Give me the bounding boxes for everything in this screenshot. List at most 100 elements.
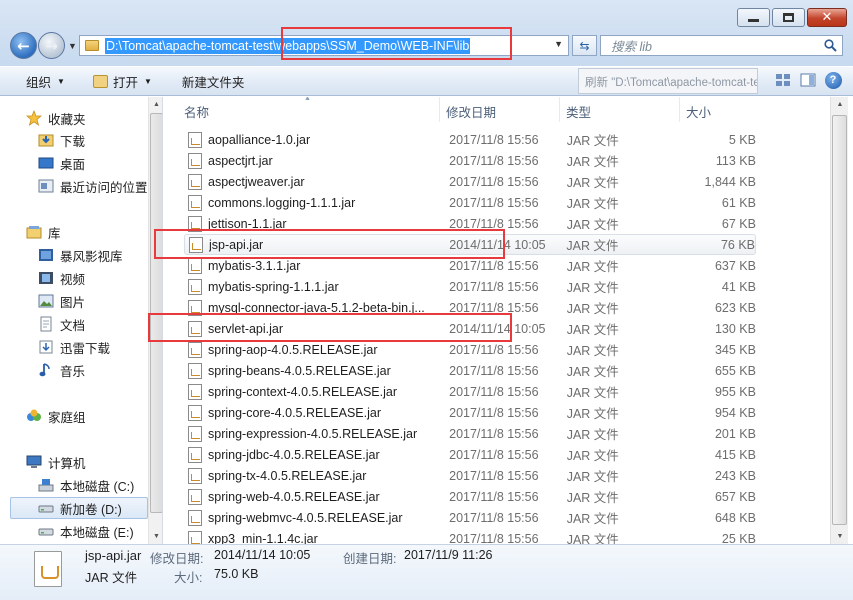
column-name[interactable]: ▲ 名称 (164, 97, 440, 122)
back-button[interactable]: ← (10, 32, 37, 59)
table-row[interactable]: mybatis-spring-1.1.1.jar 2017/11/8 15:56 J… (184, 276, 756, 297)
file-name: jsp-api.jar (209, 237, 264, 252)
table-row-selected[interactable]: jsp-api.jar 2014/11/14 10:05 JAR 文件 76 KB (184, 234, 756, 255)
file-type: JAR 文件 (566, 533, 619, 544)
table-row[interactable]: mybatis-3.1.1.jar 2017/11/8 15:56 JAR 文件 63… (184, 255, 756, 276)
file-name: spring-web-4.0.5.RELEASE.jar (208, 489, 380, 504)
sidebar-item-downloads[interactable]: 下载 (38, 129, 162, 151)
table-row[interactable]: spring-webmvc-4.0.5.RELEASE.jar 2017/11/8… (184, 507, 756, 528)
table-row[interactable]: spring-expression-4.0.5.RELEASE.jar 2017/… (184, 423, 756, 444)
file-size: 955 KB (714, 384, 756, 399)
sidebar-item-label: 库 (48, 226, 61, 241)
music-note-icon (38, 362, 54, 378)
address-bar[interactable]: D:\Tomcat\apache-tomcat-test\webapps\SSM… (79, 35, 569, 56)
address-text[interactable]: D:\Tomcat\apache-tomcat-test\webapps\SSM… (105, 37, 471, 54)
table-row[interactable]: jettison-1.1.jar 2017/11/8 15:56 JAR 文件 67 … (184, 213, 756, 234)
minimize-button[interactable] (737, 8, 770, 27)
scroll-down-arrow[interactable]: ▼ (831, 529, 849, 544)
scrollbar-thumb[interactable] (832, 115, 847, 525)
sidebar-item-drive-e[interactable]: 本地磁盘 (E:) (38, 520, 162, 542)
file-date: 2017/11/8 15:56 (449, 489, 539, 504)
file-type: JAR 文件 (566, 386, 619, 400)
forward-button[interactable]: → (38, 32, 65, 59)
refresh-button[interactable]: ⇆ (572, 35, 597, 56)
sidebar-item-desktop[interactable]: 桌面 (38, 152, 162, 174)
table-row[interactable]: spring-aop-4.0.5.RELEASE.jar 2017/11/8 15… (184, 339, 756, 360)
jar-file-icon (188, 425, 202, 442)
sidebar-scrollbar[interactable]: ▲ ▼ (148, 97, 162, 544)
sidebar-item-xunlei[interactable]: 迅雷下载 (38, 336, 162, 358)
jar-file-icon (188, 509, 202, 526)
table-row[interactable]: aopalliance-1.0.jar 2017/11/8 15:56 JAR 文件… (184, 129, 756, 150)
sidebar-item-homegroup[interactable]: 家庭组 (26, 405, 162, 427)
close-button[interactable]: ✕ (807, 8, 847, 27)
table-row[interactable]: spring-jdbc-4.0.5.RELEASE.jar 2017/11/8 1… (184, 444, 756, 465)
sidebar-item-music[interactable]: 音乐 (38, 359, 162, 381)
file-list-scrollbar[interactable]: ▲ ▼ (830, 97, 848, 544)
new-folder-button[interactable]: 新建文件夹 (182, 72, 245, 91)
drive-icon (38, 523, 54, 539)
open-button[interactable]: 打开 ▼ (92, 72, 152, 91)
jar-file-icon (188, 467, 202, 484)
jar-file-icon (188, 173, 202, 190)
document-icon (38, 316, 54, 332)
maximize-button[interactable] (772, 8, 805, 27)
scroll-down-arrow[interactable]: ▼ (149, 529, 162, 544)
search-icon[interactable] (824, 39, 837, 52)
search-box[interactable]: 搜索 lib (600, 35, 843, 56)
file-size: 415 KB (714, 447, 756, 462)
column-type[interactable]: 类型 (560, 97, 680, 122)
address-dropdown[interactable]: ▼ (554, 39, 563, 49)
table-row[interactable]: servlet-api.jar 2014/11/14 10:05 JAR 文件 130… (184, 318, 756, 339)
jar-file-icon (188, 446, 202, 463)
change-view-button[interactable] (773, 71, 793, 89)
sidebar-item-pictures[interactable]: 图片 (38, 290, 162, 312)
file-name: spring-expression-4.0.5.RELEASE.jar (208, 426, 418, 441)
table-row[interactable]: aspectjweaver.jar 2017/11/8 15:56 JAR 文件 1,… (184, 171, 756, 192)
view-list-icon (776, 74, 790, 86)
file-name: spring-jdbc-4.0.5.RELEASE.jar (208, 447, 380, 462)
table-row[interactable]: spring-web-4.0.5.RELEASE.jar 2017/11/8 15… (184, 486, 756, 507)
sidebar-item-videos[interactable]: 视频 (38, 267, 162, 289)
column-date[interactable]: 修改日期 (440, 97, 560, 122)
scroll-up-arrow[interactable]: ▲ (831, 97, 849, 112)
sidebar-item-documents[interactable]: 文档 (38, 313, 162, 335)
column-size[interactable]: 大小 (680, 97, 830, 122)
table-row[interactable]: spring-core-4.0.5.RELEASE.jar 2017/11/8 1… (184, 402, 756, 423)
table-row[interactable]: spring-tx-4.0.5.RELEASE.jar 2017/11/8 15:… (184, 465, 756, 486)
jar-file-icon (188, 131, 202, 148)
jar-file-large-icon (34, 551, 62, 587)
table-row[interactable]: spring-beans-4.0.5.RELEASE.jar 2017/11/8 … (184, 360, 756, 381)
sidebar-item-baofeng[interactable]: 暴风影视库 (38, 244, 162, 266)
scrollbar-thumb[interactable] (150, 113, 162, 513)
file-name: spring-context-4.0.5.RELEASE.jar (208, 384, 397, 399)
table-row[interactable]: commons.logging-1.1.1.jar 2017/11/8 15:56… (184, 192, 756, 213)
file-type: JAR 文件 (566, 512, 619, 526)
minimize-icon (748, 19, 759, 22)
film-icon (38, 270, 54, 286)
file-type: JAR 文件 (566, 218, 619, 232)
sidebar-item-recent-places[interactable]: 最近访问的位置 (38, 175, 162, 197)
table-row[interactable]: xpp3_min-1.1.4c.jar 2017/11/8 15:56 JAR 文件… (184, 528, 756, 544)
recent-pages-dropdown[interactable]: ▼ (68, 41, 77, 51)
sidebar-item-favorites[interactable]: 收藏夹 (26, 107, 162, 129)
file-name: spring-beans-4.0.5.RELEASE.jar (208, 363, 391, 378)
preview-pane-button[interactable] (798, 71, 818, 89)
sidebar-item-computer[interactable]: 计算机 (26, 451, 162, 473)
jar-file-icon (188, 488, 202, 505)
file-type: JAR 文件 (566, 134, 619, 148)
organize-button[interactable]: 组织 ▼ (26, 72, 65, 91)
sidebar-item-drive-c[interactable]: 本地磁盘 (C:) (38, 474, 162, 496)
navigation-pane: 收藏夹 下载 桌面 最近访问的位置 库 暴风影视库 视频 图片 文档 迅雷下载 … (0, 97, 163, 544)
sidebar-item-drive-d[interactable]: 新加卷 (D:) (10, 497, 148, 519)
search-input[interactable]: 搜索 lib (611, 36, 652, 55)
table-row[interactable]: aspectjrt.jar 2017/11/8 15:56 JAR 文件 113 KB (184, 150, 756, 171)
details-pane: jsp-api.jar JAR 文件 修改日期: 2014/11/14 10:0… (0, 544, 853, 600)
help-button[interactable]: ? (823, 71, 843, 89)
scroll-up-arrow[interactable]: ▲ (149, 97, 162, 112)
table-row[interactable]: mysql-connector-java-5.1.2-beta-bin.j...… (184, 297, 756, 318)
sidebar-item-libraries[interactable]: 库 (26, 221, 162, 243)
table-row[interactable]: spring-context-4.0.5.RELEASE.jar 2017/11/… (184, 381, 756, 402)
star-icon (26, 110, 42, 126)
jar-file-icon (188, 257, 202, 274)
